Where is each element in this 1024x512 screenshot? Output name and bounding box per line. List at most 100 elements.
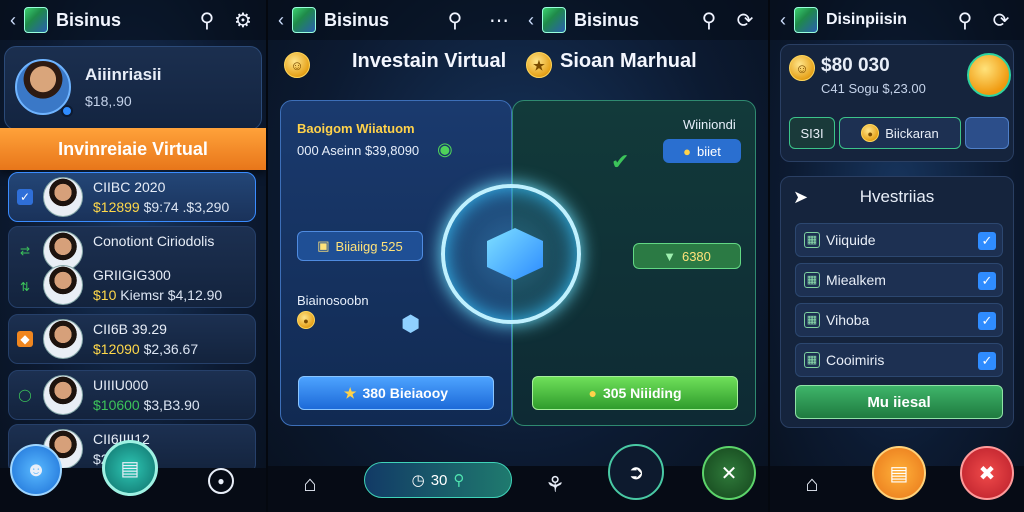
home-nav-button[interactable]: ⌂ xyxy=(296,470,324,498)
tab-right[interactable] xyxy=(965,117,1009,149)
coin-icon: ● xyxy=(297,311,315,329)
checkbox-checked-icon[interactable]: ✓ xyxy=(978,272,996,290)
checkbox-checked-icon[interactable]: ✓ xyxy=(978,312,996,330)
option-row[interactable]: ▦ Vihoba ✓ xyxy=(795,303,1003,337)
invest-right-button[interactable]: ● 305 Niiiding xyxy=(532,376,738,410)
dot-icon: ● xyxy=(683,143,691,159)
shield-icon: ◯ xyxy=(18,388,32,402)
clock-icon: ◷ xyxy=(411,472,425,489)
back-icon[interactable]: ‹ xyxy=(780,10,794,31)
exit-nav-button[interactable]: ➲ xyxy=(608,444,664,500)
profile-nav-button[interactable]: ☻ xyxy=(10,444,62,496)
gift-icon: ▣ xyxy=(317,238,330,253)
tools-nav-button[interactable]: ✕ xyxy=(702,446,756,500)
exit-icon: ➲ xyxy=(627,461,645,484)
list-item-title: CIIBC 2020 xyxy=(93,179,166,195)
page-title: Investain Virtual xyxy=(352,50,507,72)
portfolio-nav-button[interactable]: ▤ xyxy=(102,440,158,496)
list-item[interactable]: ◆ CII6B 39.29 $12090 $2,36.67 xyxy=(8,314,256,364)
invest-left-button[interactable]: ★ 380 Bieiaooy xyxy=(298,376,494,410)
link-icon: ⇅ xyxy=(19,280,31,294)
target-icon: ● xyxy=(217,474,225,488)
tab-middle[interactable]: ● Biickaran xyxy=(839,117,961,149)
users-icon: ⚘ xyxy=(545,472,565,497)
value-pill[interactable]: ▼ 6380 xyxy=(633,243,741,269)
avatar xyxy=(43,319,83,359)
people-nav-button[interactable]: ⚘ xyxy=(540,470,570,500)
value-pill[interactable]: ▣ Biiaiigg 525 xyxy=(297,231,423,261)
record-nav-button[interactable]: ● xyxy=(208,468,234,494)
search-icon[interactable]: ⚲ xyxy=(194,8,220,33)
cube-icon xyxy=(487,228,543,280)
app-logo-icon xyxy=(794,7,818,33)
profile-card[interactable]: Aiiinriasii $18,.90 xyxy=(4,46,262,130)
tools-icon: ✕ xyxy=(720,462,738,485)
balance-value: $80 030 xyxy=(821,55,890,76)
checkbox-checked-icon[interactable]: ✓ xyxy=(978,232,996,250)
list-item-values: $10600 $3,B3.90 xyxy=(93,397,200,413)
top-bar: ‹ Disinpiisin ⚲ ⟳ xyxy=(770,0,1024,40)
checkbox-checked-icon[interactable]: ✓ xyxy=(978,352,996,370)
option-label: Viiquide xyxy=(826,232,876,248)
search-icon[interactable]: ⚲ xyxy=(696,8,722,33)
gold-orb-icon[interactable] xyxy=(967,53,1011,97)
option-label: Miealkem xyxy=(826,272,886,288)
app-logo-icon xyxy=(292,7,316,33)
back-icon[interactable]: ‹ xyxy=(528,10,542,31)
status-pill[interactable]: ● biiet xyxy=(663,139,741,163)
refresh-icon[interactable]: ⟳ xyxy=(732,8,758,33)
home-icon: ⌂ xyxy=(303,471,317,496)
back-icon[interactable]: ‹ xyxy=(278,10,292,31)
user-icon: ☻ xyxy=(25,458,47,481)
search-icon[interactable]: ⚲ xyxy=(442,8,468,33)
avatar xyxy=(43,375,83,415)
option-row[interactable]: ▦ Cooimiris ✓ xyxy=(795,343,1003,377)
tab-middle-label: Biickaran xyxy=(885,125,939,141)
invest-right-label: 305 Niiiding xyxy=(602,385,682,401)
option-icon: ▦ xyxy=(804,272,820,288)
option-icon: ▦ xyxy=(804,312,820,328)
option-label: Vihoba xyxy=(826,312,870,328)
option-icon: ▦ xyxy=(804,352,820,368)
check-badge-icon: ✔ xyxy=(611,149,630,174)
app-title: Bisinus xyxy=(324,9,390,30)
chat-icon: ◉ xyxy=(437,139,453,159)
avatar xyxy=(43,177,83,217)
checkbox-icon[interactable]: ✓ xyxy=(17,189,33,205)
coin-icon: ☺ xyxy=(284,52,310,78)
status-pill-label: biiet xyxy=(697,143,721,159)
screen-invest: ‹ Bisinus ⚲ ⋯ ‹ Bisinus ⚲ ⟳ ☺ Investain … xyxy=(268,0,768,512)
list-item-values: $12090 $2,36.67 xyxy=(93,341,199,357)
list-item[interactable]: ✓ CIIBC 2020 $12899 $9:74 .$3,290 xyxy=(8,172,256,222)
screen-settings: ‹ Disinpiisin ⚲ ⟳ ☺ $80 030 C41 Sogu $,2… xyxy=(770,0,1024,512)
app-logo-icon xyxy=(24,7,48,33)
alert-nav-button[interactable]: ✖ xyxy=(960,446,1014,500)
tab-left[interactable]: SI3I xyxy=(789,117,835,149)
refresh-icon[interactable]: ⟳ xyxy=(988,8,1014,33)
page-title: Sioan Marhual xyxy=(560,50,697,72)
invest-virtual-banner[interactable]: Invinreiaie Virtual xyxy=(0,128,266,170)
home-nav-button[interactable]: ⌂ xyxy=(798,470,826,498)
timer-nav-pill[interactable]: ◷ 30 ⚲ xyxy=(364,462,512,498)
card-line: 000 Aseinn $39,8090 xyxy=(297,143,420,158)
option-label: Cooimiris xyxy=(826,352,885,368)
settings-icon[interactable]: ⚙ xyxy=(230,8,256,33)
clipboard-nav-button[interactable]: ▤ xyxy=(872,446,926,500)
chart-icon: ▤ xyxy=(120,457,140,480)
back-icon[interactable]: ‹ xyxy=(10,10,24,31)
list-item-title: UIIIU000 xyxy=(93,377,149,393)
confirm-button[interactable]: Mu iiesal xyxy=(795,385,1003,419)
top-bar: ‹ Bisinus ⚲ ⋯ ‹ Bisinus ⚲ ⟳ xyxy=(268,0,768,40)
list-item[interactable]: ◯ UIIIU000 $10600 $3,B3.90 xyxy=(8,370,256,420)
option-row[interactable]: ▦ Viiquide ✓ xyxy=(795,223,1003,257)
list-item-title: GRIIGIG300 xyxy=(93,267,171,283)
verified-badge-icon xyxy=(61,105,73,117)
option-row[interactable]: ▦ Miealkem ✓ xyxy=(795,263,1003,297)
profile-name: Aiiinriasii xyxy=(85,65,162,84)
list-item-values: $10 Kiemsr $4,12.90 xyxy=(93,287,223,303)
search-icon[interactable]: ⚲ xyxy=(952,8,978,33)
balance-sub: C41 Sogu $,23.00 xyxy=(821,81,926,96)
app-title: Disinpiisin xyxy=(826,11,907,28)
list-item[interactable]: ⇄ Conotiont Ciriodolis ⇅ GRIIGIG300 $10 … xyxy=(8,226,256,308)
more-icon[interactable]: ⋯ xyxy=(486,8,512,33)
